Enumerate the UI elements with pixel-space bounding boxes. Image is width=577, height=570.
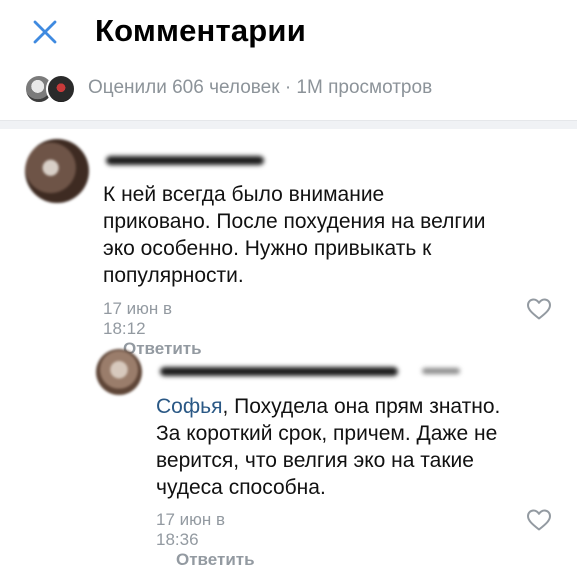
liker-avatar <box>46 74 76 104</box>
comment-meta: 17 июн в 18:36Ответить <box>156 510 255 570</box>
author-extra-blurred <box>422 368 460 374</box>
heart-icon[interactable] <box>526 297 552 321</box>
comment-text: Софья, Похудела она прям знатно. За коро… <box>156 393 566 501</box>
mention-link[interactable]: Софья <box>156 395 222 418</box>
comment-date: 17 июн в 18:36 <box>156 510 226 549</box>
page-title: Комментарии <box>95 13 306 48</box>
avatar[interactable] <box>25 139 89 203</box>
stats-text: Оценили 606 человек · 1М просмотров <box>88 77 433 98</box>
divider <box>0 120 577 129</box>
avatar[interactable] <box>96 349 142 395</box>
close-icon[interactable] <box>30 17 60 47</box>
reactions-summary[interactable]: Оценили 606 человек · 1М просмотров <box>0 68 577 108</box>
heart-icon[interactable] <box>526 508 552 532</box>
comment-date: 17 июн в 18:12 <box>103 299 173 338</box>
header: Комментарии <box>0 0 577 64</box>
author-name-blurred[interactable] <box>106 156 264 165</box>
comment-text: К ней всегда было внимание приковано. По… <box>103 183 486 287</box>
author-name-blurred[interactable] <box>160 367 398 376</box>
liker-avatars <box>24 74 78 104</box>
reply-button[interactable]: Ответить <box>176 550 255 570</box>
